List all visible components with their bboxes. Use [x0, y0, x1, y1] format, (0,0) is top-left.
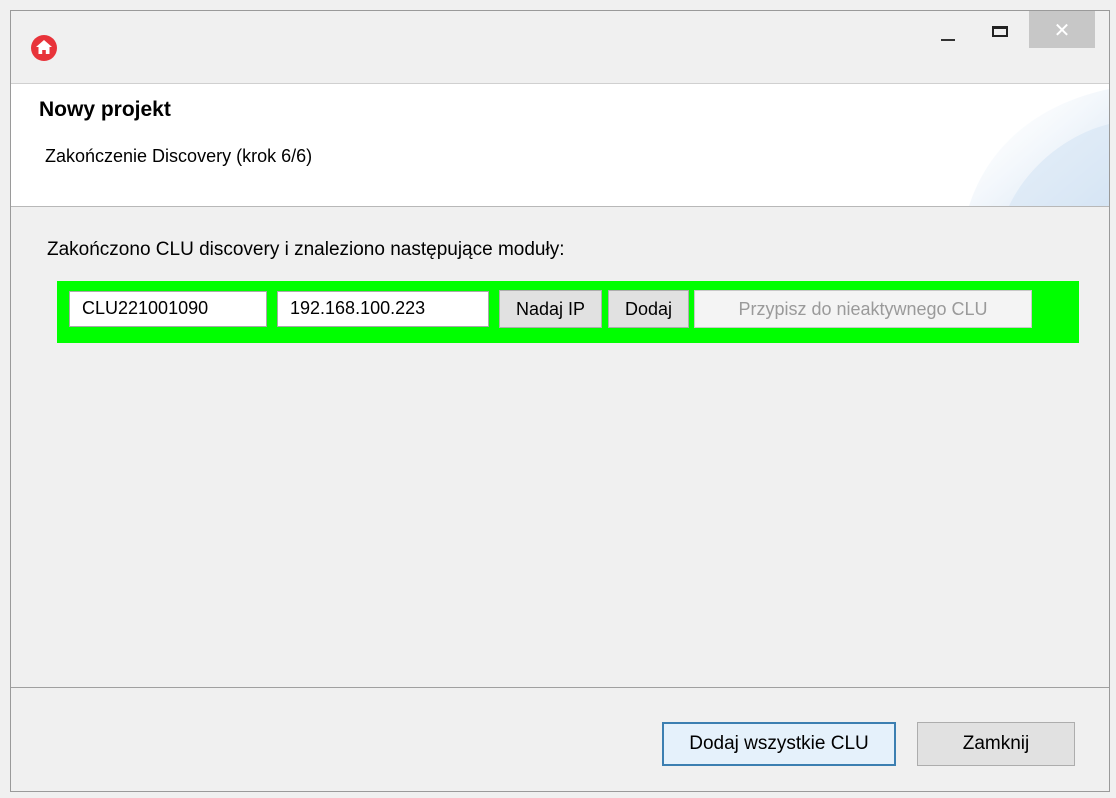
module-row: CLU221001090 192.168.100.223 Nadaj IP Do… — [57, 281, 1079, 343]
close-button[interactable]: ✕ — [1029, 11, 1095, 48]
header-decoration — [969, 89, 1109, 206]
page-title: Nowy projekt — [39, 98, 171, 121]
title-bar[interactable]: ✕ — [11, 11, 1109, 83]
module-name-field[interactable]: CLU221001090 — [69, 291, 267, 327]
add-module-button[interactable]: Dodaj — [608, 290, 689, 328]
dialog-window: ✕ Nowy projekt Zakończenie Discovery (kr… — [10, 10, 1110, 792]
maximize-icon — [992, 25, 1008, 37]
assign-inactive-clu-button: Przypisz do nieaktywnego CLU — [694, 290, 1032, 328]
maximize-button[interactable] — [977, 11, 1023, 51]
assign-ip-button[interactable]: Nadaj IP — [499, 290, 602, 328]
discovery-message: Zakończono CLU discovery i znaleziono na… — [47, 239, 565, 260]
module-ip-field[interactable]: 192.168.100.223 — [277, 291, 489, 327]
close-dialog-button[interactable]: Zamknij — [917, 722, 1075, 766]
step-subtitle: Zakończenie Discovery (krok 6/6) — [45, 146, 313, 166]
minimize-icon — [941, 39, 955, 41]
footer-divider — [11, 687, 1109, 688]
close-icon: ✕ — [1053, 17, 1071, 42]
home-icon — [31, 35, 57, 61]
minimize-button[interactable] — [925, 11, 971, 51]
add-all-clu-button[interactable]: Dodaj wszystkie CLU — [662, 722, 896, 766]
wizard-header: Nowy projekt Zakończenie Discovery (krok… — [11, 83, 1109, 207]
